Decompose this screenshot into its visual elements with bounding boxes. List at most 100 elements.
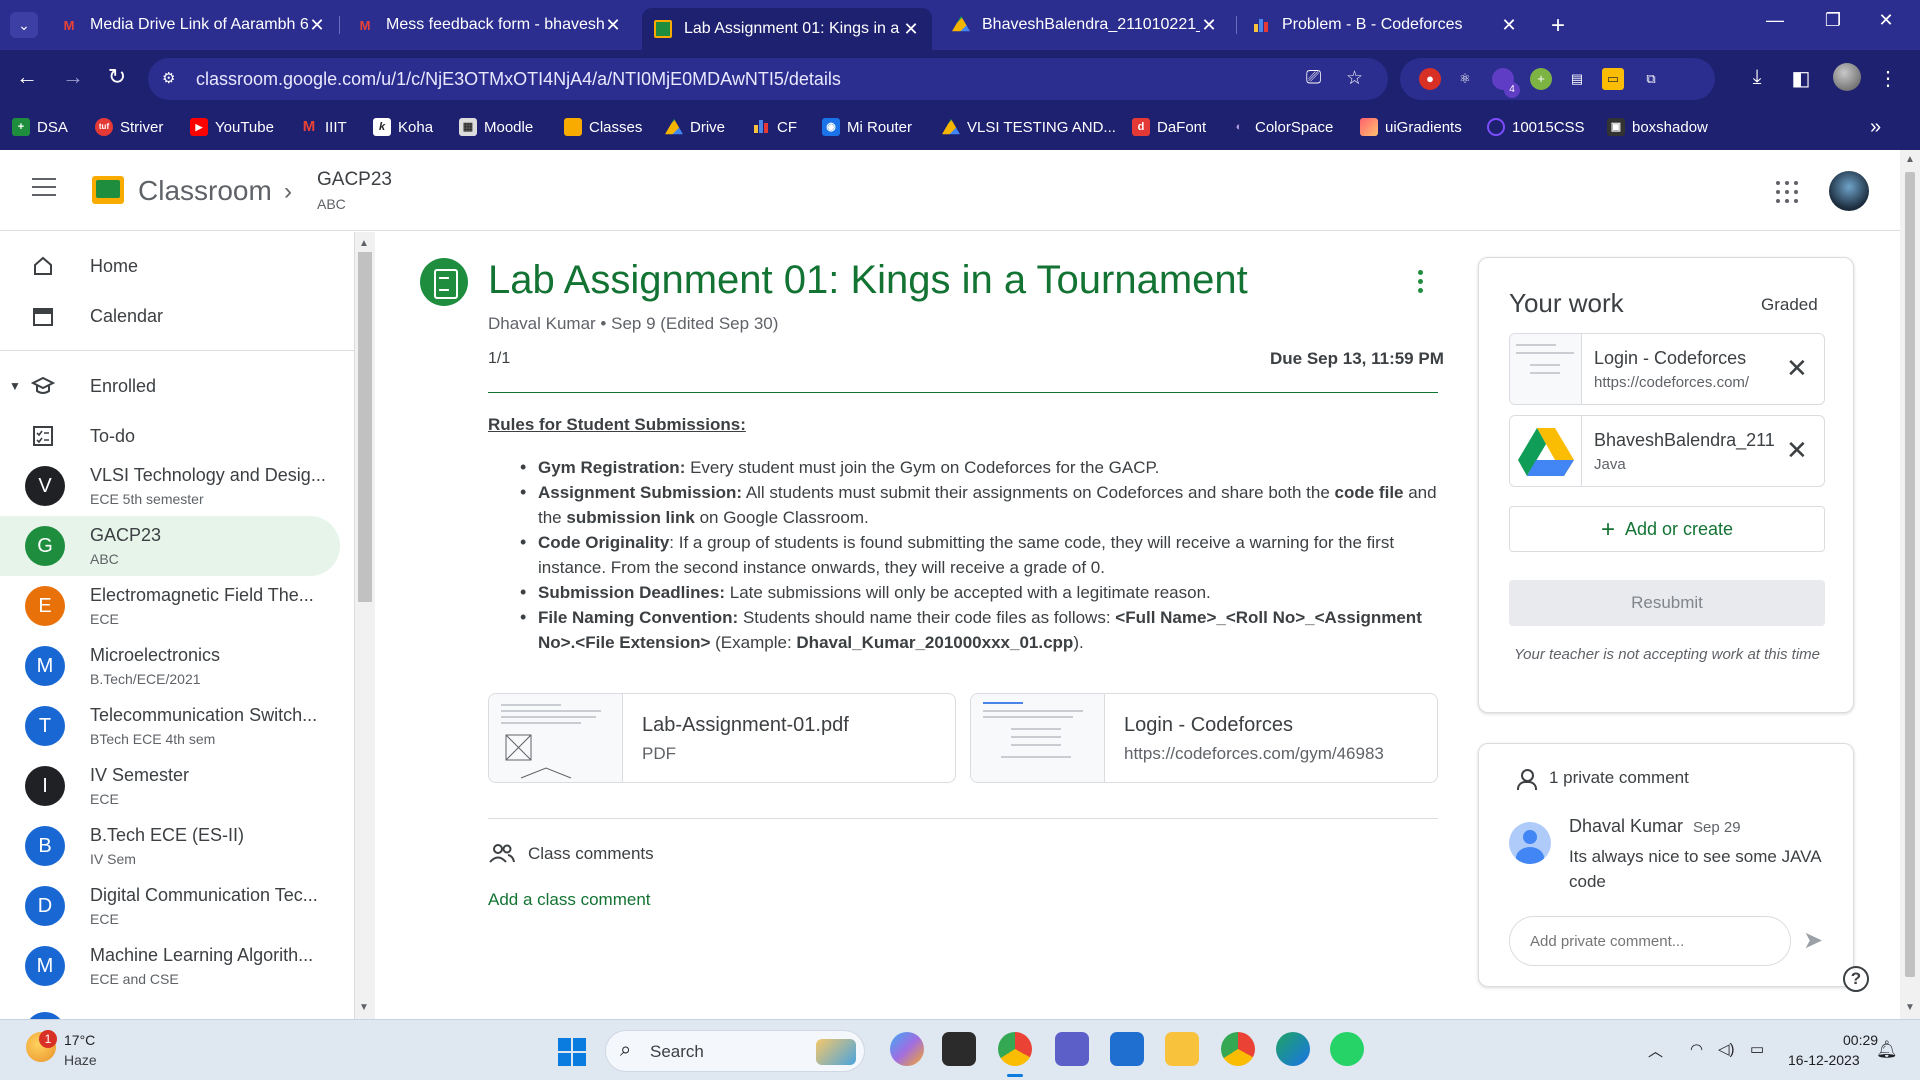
windows-start-icon[interactable] <box>558 1038 586 1066</box>
bookmark-item[interactable]: M IIIT <box>300 118 347 136</box>
sidebar-course-item[interactable]: V VLSI Technology and Desig... ECE 5th s… <box>0 456 340 516</box>
submitted-file[interactable]: Login - Codeforces https://codeforces.co… <box>1509 333 1825 405</box>
file-explorer-icon[interactable] <box>1165 1032 1199 1066</box>
bookmark-item[interactable]: VLSI TESTING AND... <box>942 118 1116 136</box>
edge-icon[interactable] <box>1276 1032 1310 1066</box>
tray-overflow-icon[interactable]: ︿ <box>1648 1040 1663 1061</box>
minimize-icon[interactable]: — <box>1755 10 1795 31</box>
browser-tab[interactable]: BhaveshBalendra_211010221_0. ✕ <box>940 8 1230 42</box>
browser-tab[interactable]: M Media Drive Link of Aarambh 6. ✕ <box>48 8 338 42</box>
address-bar[interactable]: ⚙ classroom.google.com/u/1/c/NjE3OTMxOTI… <box>148 58 1388 100</box>
bookmark-item[interactable]: Drive <box>665 118 725 136</box>
bookmark-item[interactable]: ▶ YouTube <box>190 118 274 136</box>
bookmark-item[interactable]: uiGradients <box>1360 118 1462 136</box>
adblock-extension-icon[interactable]: ● <box>1419 68 1441 90</box>
side-panel-icon[interactable]: ◧ <box>1787 66 1815 91</box>
account-avatar[interactable] <box>1829 171 1869 211</box>
app-name[interactable]: Classroom <box>138 175 272 207</box>
whatsapp-icon[interactable] <box>1330 1032 1364 1066</box>
main-menu-icon[interactable] <box>32 178 56 196</box>
taskbar-search[interactable]: ⌕ Search <box>605 1030 865 1072</box>
close-tab-icon[interactable]: ✕ <box>308 15 326 36</box>
sidebar-scrollbar-thumb[interactable] <box>358 252 372 602</box>
help-icon[interactable]: ? <box>1843 966 1869 992</box>
remove-file-icon[interactable]: ✕ <box>1786 354 1808 382</box>
sidebar-item-calendar[interactable]: Calendar <box>0 292 340 340</box>
sidebar-course-item[interactable]: M Machine Learning Algorith... ECE and C… <box>0 936 340 996</box>
clock-time[interactable]: 00:29 <box>1843 1032 1878 1048</box>
bookmark-item[interactable]: CF <box>752 118 797 136</box>
scroll-up-arrow-icon[interactable]: ▲ <box>1905 154 1915 165</box>
clock-date[interactable]: 16-12-2023 <box>1788 1052 1860 1068</box>
sidebar-course-item[interactable]: M Microelectronics B.Tech/ECE/2021 <box>0 636 340 696</box>
sidebar-item-todo[interactable]: To-do <box>0 412 340 460</box>
task-view-icon[interactable] <box>942 1032 976 1066</box>
bookmark-item[interactable]: ◐ ColorSpace <box>1230 118 1334 136</box>
scroll-down-arrow-icon[interactable]: ▼ <box>359 1002 369 1013</box>
add-class-comment-link[interactable]: Add a class comment <box>488 890 651 910</box>
chrome-profile-icon[interactable] <box>1221 1032 1255 1066</box>
new-tab-button[interactable]: + <box>1545 12 1571 40</box>
bookmark-item[interactable]: k Koha <box>373 118 433 136</box>
battery-icon[interactable]: ▭ <box>1750 1040 1764 1058</box>
more-bookmarks-icon[interactable]: » <box>1870 116 1881 139</box>
copilot-icon[interactable] <box>890 1032 924 1066</box>
restore-icon[interactable]: ❐ <box>1813 10 1853 31</box>
submitted-file[interactable]: BhaveshBalendra_211010221_01.java Java ✕ <box>1509 415 1825 487</box>
teams-icon[interactable] <box>1055 1032 1089 1066</box>
browser-profile-avatar[interactable] <box>1833 63 1861 91</box>
plus-extension-icon[interactable]: + <box>1530 68 1552 90</box>
downloads-icon[interactable]: ⤓ <box>1743 66 1771 89</box>
bookmark-star-icon[interactable]: ☆ <box>1346 67 1363 90</box>
bookmark-item[interactable]: tuf Striver <box>95 118 163 136</box>
chrome-icon[interactable] <box>998 1032 1032 1077</box>
tab-search-icon[interactable]: ⌄ <box>10 12 38 38</box>
bookmark-item[interactable]: ▣ boxshadow <box>1607 118 1708 136</box>
page-scrollbar-thumb[interactable] <box>1905 172 1915 977</box>
scroll-down-arrow-icon[interactable]: ▼ <box>1905 1002 1915 1013</box>
store-icon[interactable] <box>1110 1032 1144 1066</box>
browser-menu-icon[interactable]: ⋮ <box>1874 66 1902 91</box>
install-app-icon[interactable]: ⎚ <box>1306 67 1321 89</box>
send-icon[interactable]: ➤ <box>1803 926 1823 955</box>
browser-tab-active[interactable]: Lab Assignment 01: Kings in a T ✕ <box>642 8 932 50</box>
close-tab-icon[interactable]: ✕ <box>902 19 920 40</box>
sidebar-item-enrolled[interactable]: ▼ Enrolled <box>0 362 340 410</box>
close-tab-icon[interactable]: ✕ <box>604 15 622 36</box>
weather-temperature[interactable]: 17°C <box>64 1032 95 1048</box>
sidebar-course-item[interactable]: I IV Semester ECE <box>0 756 340 816</box>
react-devtools-icon[interactable]: ⚛ <box>1454 68 1476 90</box>
close-tab-icon[interactable]: ✕ <box>1500 15 1518 36</box>
browser-tab[interactable]: Problem - B - Codeforces ✕ <box>1240 8 1530 42</box>
remove-file-icon[interactable]: ✕ <box>1786 436 1808 464</box>
close-window-icon[interactable]: ✕ <box>1866 10 1906 31</box>
site-info-icon[interactable]: ⚙ <box>162 69 175 87</box>
bookmark-item[interactable]: ◉ Mi Router <box>822 118 912 136</box>
add-or-create-button[interactable]: + Add or create <box>1509 506 1825 552</box>
sidebar-course-item-selected[interactable]: G GACP23 ABC <box>0 516 340 576</box>
volume-icon[interactable]: ◁) <box>1718 1040 1735 1058</box>
bookmark-item[interactable]: 10015CSS <box>1487 118 1585 136</box>
attachment-link[interactable]: Login - Codeforces https://codeforces.co… <box>970 693 1438 783</box>
bookmark-item[interactable]: ▦ Moodle <box>459 118 533 136</box>
sidebar-item-home[interactable]: Home <box>0 242 340 290</box>
page-scrollbar[interactable]: ▲ ▼ <box>1900 150 1920 1019</box>
bookmark-item[interactable]: Classes <box>564 118 642 136</box>
notification-bell-icon[interactable]: 🔔︎ <box>1876 1040 1898 1060</box>
bookmark-item[interactable]: d DaFont <box>1132 118 1206 136</box>
resubmit-button[interactable]: Resubmit <box>1509 580 1825 626</box>
classroom-logo[interactable] <box>92 176 124 204</box>
breadcrumb-class-name[interactable]: GACP23 <box>317 169 392 191</box>
wifi-icon[interactable]: ◠ <box>1690 1040 1703 1058</box>
browser-tab[interactable]: M Mess feedback form - bhavesh. ✕ <box>344 8 634 42</box>
extensions-puzzle-icon[interactable]: ⧉ <box>1640 68 1662 90</box>
private-comment-input[interactable] <box>1509 916 1791 966</box>
sidebar-course-item[interactable]: D Digital Communication Tec... ECE <box>0 876 340 936</box>
close-tab-icon[interactable]: ✕ <box>1200 15 1218 36</box>
url-text[interactable]: classroom.google.com/u/1/c/NjE3OTMxOTI4N… <box>196 69 841 90</box>
sidebar-scrollbar[interactable]: ▲ ▼ <box>355 232 375 1019</box>
color-picker-icon[interactable]: ▤ <box>1566 68 1588 90</box>
sidebar-course-item[interactable]: T Telecommunication Switch... BTech ECE … <box>0 696 340 756</box>
more-options-icon[interactable] <box>1415 270 1425 294</box>
back-icon[interactable]: ← <box>12 64 42 90</box>
